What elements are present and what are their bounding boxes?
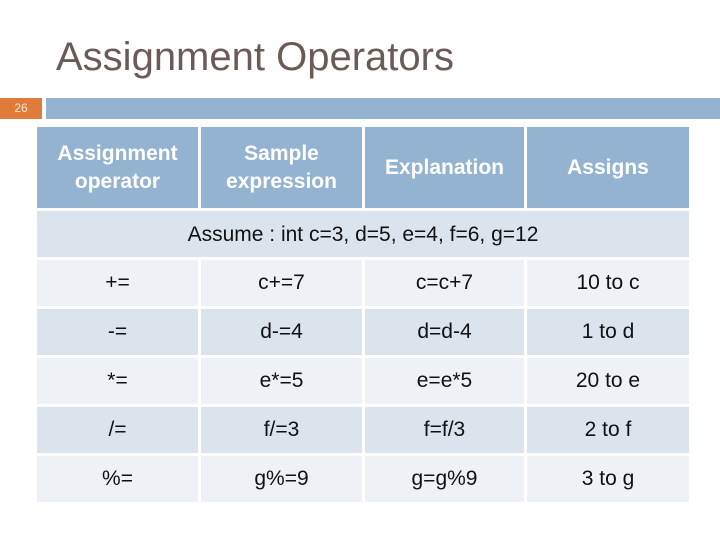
table-row: += c+=7 c=c+7 10 to c [37,260,689,306]
assigns-cell: 1 to d [527,309,689,355]
assigns-cell: 2 to f [527,407,689,453]
operator-cell: -= [37,309,198,355]
operator-cell: *= [37,358,198,404]
explanation-cell: e=e*5 [365,358,524,404]
header-cell-assigns: Assigns [527,127,689,208]
explanation-cell: f=f/3 [365,407,524,453]
explanation-cell: g=g%9 [365,456,524,502]
header-cell-explanation: Explanation [365,127,524,208]
sample-cell: e*=5 [201,358,362,404]
assigns-cell: 3 to g [527,456,689,502]
sample-cell: d-=4 [201,309,362,355]
operators-table: Assignment operator Sample expression Ex… [37,127,689,505]
table-row: %= g%=9 g=g%9 3 to g [37,456,689,502]
header-cell-operator: Assignment operator [37,127,198,208]
table-row: -= d-=4 d=d-4 1 to d [37,309,689,355]
header-cell-sample: Sample expression [201,127,362,208]
assumption-text: Assume : int c=3, d=5, e=4, f=6, g=12 [37,211,689,257]
assigns-cell: 10 to c [527,260,689,306]
sample-cell: c+=7 [201,260,362,306]
sample-cell: f/=3 [201,407,362,453]
table-header-row: Assignment operator Sample expression Ex… [37,127,689,208]
slide-number: 26 [0,98,42,119]
explanation-cell: c=c+7 [365,260,524,306]
sample-cell: g%=9 [201,456,362,502]
assumption-row: Assume : int c=3, d=5, e=4, f=6, g=12 [37,211,689,257]
table-row: /= f/=3 f=f/3 2 to f [37,407,689,453]
operator-cell: += [37,260,198,306]
explanation-cell: d=d-4 [365,309,524,355]
operator-cell: %= [37,456,198,502]
slide-title: Assignment Operators [56,35,454,79]
operator-cell: /= [37,407,198,453]
table-row: *= e*=5 e=e*5 20 to e [37,358,689,404]
assigns-cell: 20 to e [527,358,689,404]
title-divider-bar [46,98,720,119]
